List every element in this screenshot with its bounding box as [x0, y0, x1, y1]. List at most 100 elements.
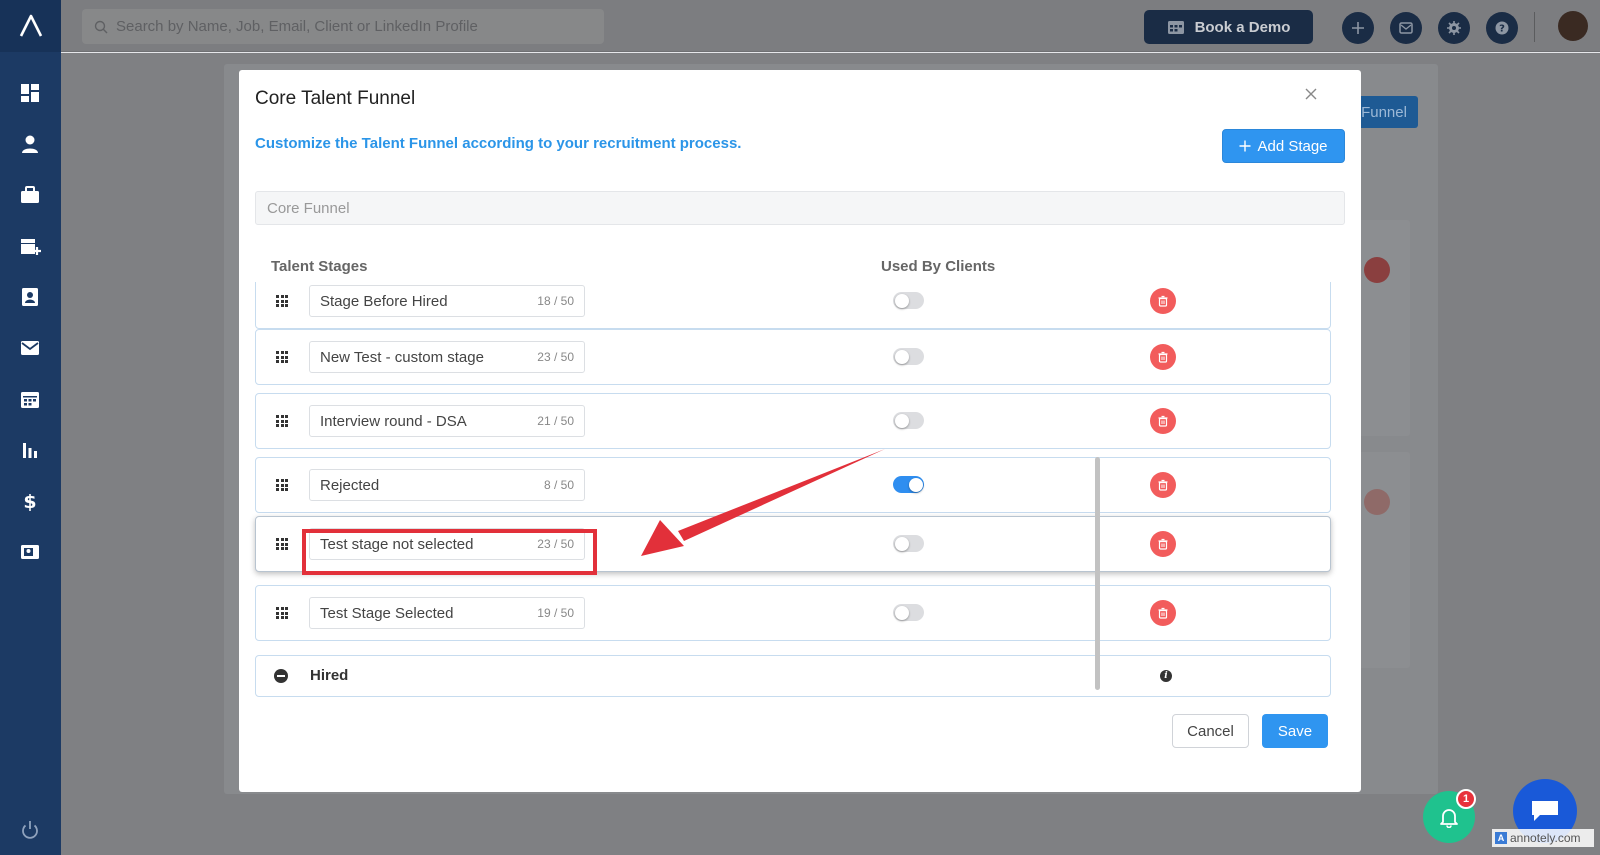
close-icon — [1305, 88, 1317, 100]
stage-row[interactable]: Test Stage Selected 19 / 50 — [255, 585, 1331, 641]
mail-icon — [1399, 22, 1413, 34]
drag-handle-icon[interactable] — [276, 295, 288, 307]
used-by-clients-toggle[interactable] — [893, 348, 924, 365]
char-count: 19 / 50 — [537, 606, 574, 620]
dashboard-icon[interactable] — [17, 80, 43, 106]
gear-icon — [1447, 21, 1461, 35]
svg-text:$: $ — [23, 491, 36, 512]
drag-handle-icon[interactable] — [276, 538, 288, 550]
drag-handle-icon[interactable] — [276, 479, 288, 491]
save-button[interactable]: Save — [1262, 714, 1328, 748]
user-avatar[interactable] — [1558, 11, 1588, 41]
stage-name-input[interactable]: New Test - custom stage 23 / 50 — [309, 341, 585, 373]
stage-row[interactable]: Interview round - DSA 21 / 50 — [255, 393, 1331, 449]
stage-name: Test stage not selected — [320, 535, 474, 553]
delete-stage-button[interactable] — [1150, 408, 1176, 434]
char-count: 23 / 50 — [537, 350, 574, 364]
svg-text:?: ? — [1499, 24, 1505, 35]
used-by-clients-toggle[interactable] — [893, 412, 924, 429]
delete-stage-button[interactable] — [1150, 344, 1176, 370]
funnel-name-field[interactable]: Core Funnel — [255, 191, 1345, 225]
bell-icon — [1440, 809, 1458, 828]
used-by-clients-toggle[interactable] — [893, 292, 924, 309]
stage-name-input[interactable]: Rejected 8 / 50 — [309, 469, 585, 501]
used-by-clients-toggle[interactable] — [893, 535, 924, 552]
chat-icon — [1532, 801, 1558, 821]
add-stage-button[interactable]: Add Stage — [1222, 129, 1345, 163]
locked-stage-icon — [274, 669, 288, 683]
clients-icon[interactable] — [17, 233, 43, 259]
media-icon[interactable] — [17, 539, 43, 565]
watermark-text: annotely.com — [1510, 831, 1581, 845]
trash-icon — [1158, 538, 1168, 550]
search-placeholder: Search by Name, Job, Email, Client or Li… — [116, 18, 478, 35]
messages-button[interactable] — [1390, 12, 1422, 44]
cancel-button[interactable]: Cancel — [1172, 714, 1249, 748]
scrollbar[interactable] — [1095, 457, 1100, 690]
mail-icon[interactable] — [17, 335, 43, 361]
stage-row[interactable]: New Test - custom stage 23 / 50 — [255, 329, 1331, 385]
stage-name: New Test - custom stage — [320, 348, 484, 366]
global-search-input[interactable]: Search by Name, Job, Email, Client or Li… — [82, 9, 604, 44]
used-by-clients-toggle[interactable] — [893, 604, 924, 621]
stage-name-input[interactable]: Stage Before Hired 18 / 50 — [309, 285, 585, 317]
talent-funnel-modal: Core Talent Funnel Customize the Talent … — [239, 70, 1361, 792]
settings-button[interactable] — [1438, 12, 1470, 44]
calendar-icon — [1167, 21, 1184, 34]
jobs-icon[interactable] — [17, 182, 43, 208]
drag-handle-icon[interactable] — [276, 607, 288, 619]
delete-stage-button[interactable] — [1150, 531, 1176, 557]
char-count: 18 / 50 — [537, 294, 574, 308]
background-funnel-label: Funnel — [1361, 103, 1407, 121]
hired-stage-row: Hired i — [255, 655, 1331, 697]
drag-handle-icon[interactable] — [276, 415, 288, 427]
candidates-icon[interactable] — [17, 131, 43, 157]
notification-count-badge: 1 — [1456, 789, 1476, 809]
close-button[interactable] — [1299, 82, 1323, 106]
book-demo-label: Book a Demo — [1194, 18, 1291, 36]
used-by-clients-toggle[interactable] — [893, 476, 924, 493]
power-icon[interactable] — [17, 817, 43, 843]
stage-name-input[interactable]: Test Stage Selected 19 / 50 — [309, 597, 585, 629]
add-stage-label: Add Stage — [1257, 137, 1328, 155]
delete-stage-button[interactable] — [1150, 288, 1176, 314]
trash-icon — [1158, 415, 1168, 427]
stage-row[interactable]: Rejected 8 / 50 — [255, 457, 1331, 513]
help-button[interactable]: ? — [1486, 12, 1518, 44]
delete-stage-button[interactable] — [1150, 600, 1176, 626]
plus-icon — [1352, 22, 1364, 34]
stage-name-input[interactable]: Test stage not selected 23 / 50 — [309, 528, 585, 560]
char-count: 21 / 50 — [537, 414, 574, 428]
watermark: A annotely.com — [1492, 829, 1594, 847]
help-icon: ? — [1495, 21, 1509, 35]
stage-name-input[interactable]: Interview round - DSA 21 / 50 — [309, 405, 585, 437]
delete-stage-button[interactable] — [1150, 472, 1176, 498]
stage-name: Test Stage Selected — [320, 604, 454, 622]
watermark-logo-icon: A — [1495, 832, 1507, 844]
book-demo-button[interactable]: Book a Demo — [1144, 10, 1313, 44]
plus-icon — [1239, 140, 1251, 152]
app-logo[interactable] — [0, 0, 61, 52]
char-count: 23 / 50 — [537, 537, 574, 551]
add-button[interactable] — [1342, 12, 1374, 44]
drag-handle-icon[interactable] — [276, 351, 288, 363]
background-trash-icon — [1364, 257, 1390, 283]
trash-icon — [1158, 479, 1168, 491]
stage-row[interactable]: Test stage not selected 23 / 50 — [255, 516, 1331, 572]
char-count: 8 / 50 — [543, 478, 574, 492]
background-trash-icon — [1364, 489, 1390, 515]
billing-icon[interactable]: $ — [17, 488, 43, 514]
trash-icon — [1158, 351, 1168, 363]
divider — [1534, 12, 1535, 42]
calendar-icon[interactable] — [17, 386, 43, 412]
used-by-clients-header: Used By Clients — [881, 258, 996, 275]
contacts-icon[interactable] — [17, 284, 43, 310]
reports-icon[interactable] — [17, 437, 43, 463]
talent-stages-header: Talent Stages — [271, 258, 368, 275]
stage-name: Stage Before Hired — [320, 292, 448, 310]
info-icon[interactable]: i — [1160, 670, 1172, 682]
stage-row[interactable]: Stage Before Hired 18 / 50 — [255, 282, 1331, 329]
search-icon — [94, 20, 108, 33]
modal-subtitle: Customize the Talent Funnel according to… — [255, 135, 742, 152]
modal-title: Core Talent Funnel — [255, 88, 416, 109]
